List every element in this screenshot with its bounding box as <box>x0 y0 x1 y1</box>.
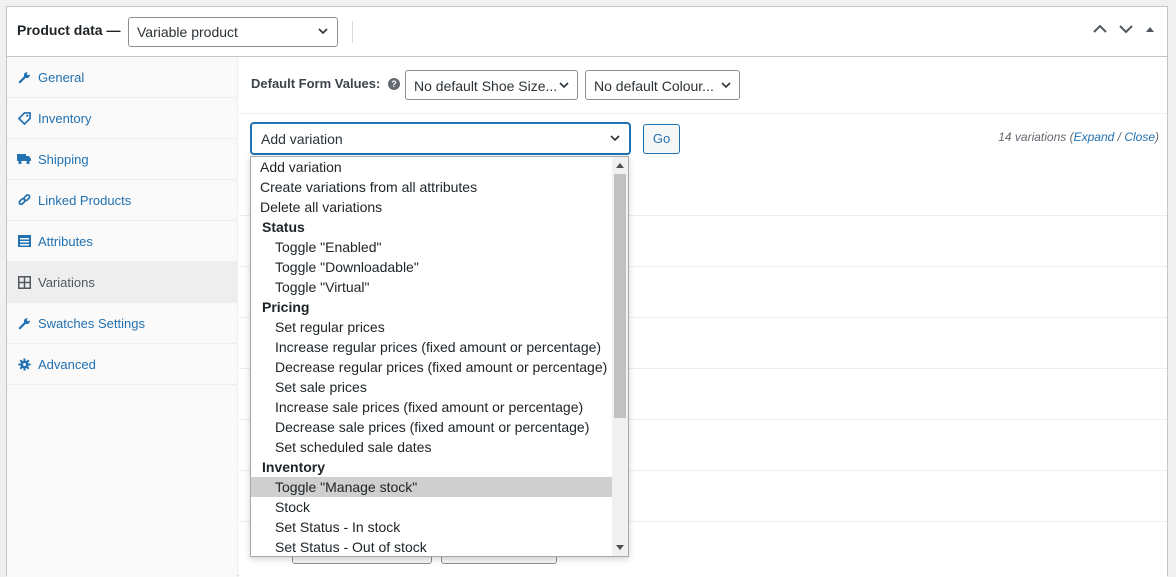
product-data-tabs: General Inventory Shipping Linked Produc… <box>7 57 238 577</box>
product-type-value: Variable product <box>137 24 238 40</box>
option-delete-all-variations[interactable]: Delete all variations <box>251 197 613 217</box>
option-set-regular-prices[interactable]: Set regular prices <box>251 317 613 337</box>
bulk-action-select[interactable]: Add variation <box>251 123 630 154</box>
tab-label: Shipping <box>38 151 89 167</box>
dropdown-scrollbar[interactable] <box>612 157 628 556</box>
tab-label: Linked Products <box>38 192 132 208</box>
expand-link[interactable]: Expand <box>1074 130 1115 144</box>
tab-inventory[interactable]: Inventory <box>7 98 237 139</box>
optgroup-pricing: Pricing <box>262 299 310 315</box>
option-toggle-downloadable[interactable]: Toggle "Downloadable" <box>251 257 613 277</box>
tab-label: Variations <box>38 274 95 290</box>
gear-icon <box>17 357 31 371</box>
default-colour-select[interactable]: No default Colour... <box>585 70 740 100</box>
bulk-action-dropdown[interactable]: Add variation Create variations from all… <box>250 156 629 557</box>
tab-label: General <box>38 69 85 85</box>
default-shoe-size-select[interactable]: No default Shoe Size... <box>405 70 578 100</box>
shoe-size-value: No default Shoe Size... <box>414 78 558 94</box>
optgroup-inventory: Inventory <box>262 459 326 475</box>
option-toggle-virtual[interactable]: Toggle "Virtual" <box>251 277 613 297</box>
move-up-icon[interactable] <box>1093 24 1107 34</box>
bulk-action-value: Add variation <box>261 131 343 147</box>
tab-label: Inventory <box>38 110 92 126</box>
option-increase-regular-prices[interactable]: Increase regular prices (fixed amount or… <box>251 337 613 357</box>
option-set-scheduled-sale-dates[interactable]: Set scheduled sale dates <box>251 437 613 457</box>
scroll-down-arrow-icon[interactable] <box>616 545 624 550</box>
default-form-values-row: Default Form Values: ? No default Shoe S… <box>239 57 1167 114</box>
chevron-down-icon <box>610 135 620 142</box>
variation-count: 14 variations (Expand / Close) <box>998 130 1159 144</box>
option-create-variations[interactable]: Create variations from all attributes <box>251 177 613 197</box>
option-increase-sale-prices[interactable]: Increase sale prices (fixed amount or pe… <box>251 397 613 417</box>
link-separator: / <box>1114 130 1125 144</box>
close-link[interactable]: Close <box>1124 130 1155 144</box>
optgroup-status: Status <box>262 219 305 235</box>
option-toggle-manage-stock[interactable]: Toggle "Manage stock" <box>251 477 613 497</box>
link-icon <box>17 193 31 207</box>
chevron-down-icon <box>720 79 732 91</box>
option-stock[interactable]: Stock <box>251 497 613 517</box>
default-form-values-label: Default Form Values: <box>251 76 381 91</box>
option-set-status-out-of-stock[interactable]: Set Status - Out of stock <box>251 537 613 556</box>
tag-icon <box>17 111 31 125</box>
tab-attributes[interactable]: Attributes <box>7 221 237 262</box>
product-data-title: Product data — <box>17 22 121 38</box>
chevron-down-icon <box>318 28 328 35</box>
tab-variations[interactable]: Variations <box>7 262 237 303</box>
closing-paren: ) <box>1155 130 1159 144</box>
move-down-icon[interactable] <box>1119 24 1133 34</box>
tab-advanced[interactable]: Advanced <box>7 344 237 385</box>
colour-value: No default Colour... <box>594 78 714 94</box>
tab-swatches-settings[interactable]: Swatches Settings <box>7 303 237 344</box>
wrench-icon <box>17 70 31 84</box>
truck-icon <box>17 152 31 166</box>
go-button[interactable]: Go <box>643 124 680 154</box>
chevron-down-icon <box>558 79 570 91</box>
tab-general[interactable]: General <box>7 57 237 98</box>
option-set-sale-prices[interactable]: Set sale prices <box>251 377 613 397</box>
option-set-status-in-stock[interactable]: Set Status - In stock <box>251 517 613 537</box>
product-type-select[interactable]: Variable product <box>128 17 338 47</box>
help-icon[interactable]: ? <box>388 78 400 90</box>
option-add-variation[interactable]: Add variation <box>251 157 613 177</box>
option-toggle-enabled[interactable]: Toggle "Enabled" <box>251 237 613 257</box>
option-decrease-regular-prices[interactable]: Decrease regular prices (fixed amount or… <box>251 357 613 377</box>
panel-controls <box>1093 24 1155 34</box>
tab-label: Advanced <box>38 356 96 372</box>
header-divider <box>352 21 353 43</box>
scrollbar-thumb[interactable] <box>614 174 626 418</box>
option-decrease-sale-prices[interactable]: Decrease sale prices (fixed amount or pe… <box>251 417 613 437</box>
product-data-header: Product data — Variable product <box>7 7 1167 57</box>
tab-shipping[interactable]: Shipping <box>7 139 237 180</box>
list-icon <box>17 234 31 248</box>
scroll-up-arrow-icon[interactable] <box>616 163 624 168</box>
collapse-toggle-icon[interactable] <box>1145 25 1155 33</box>
dropdown-options: Add variation Create variations from all… <box>251 157 613 556</box>
grid-icon <box>17 275 31 289</box>
tab-label: Attributes <box>38 233 93 249</box>
variation-count-text: 14 variations ( <box>998 130 1074 144</box>
wrench-icon <box>17 316 31 330</box>
tab-label: Swatches Settings <box>38 315 145 331</box>
tab-linked-products[interactable]: Linked Products <box>7 180 237 221</box>
